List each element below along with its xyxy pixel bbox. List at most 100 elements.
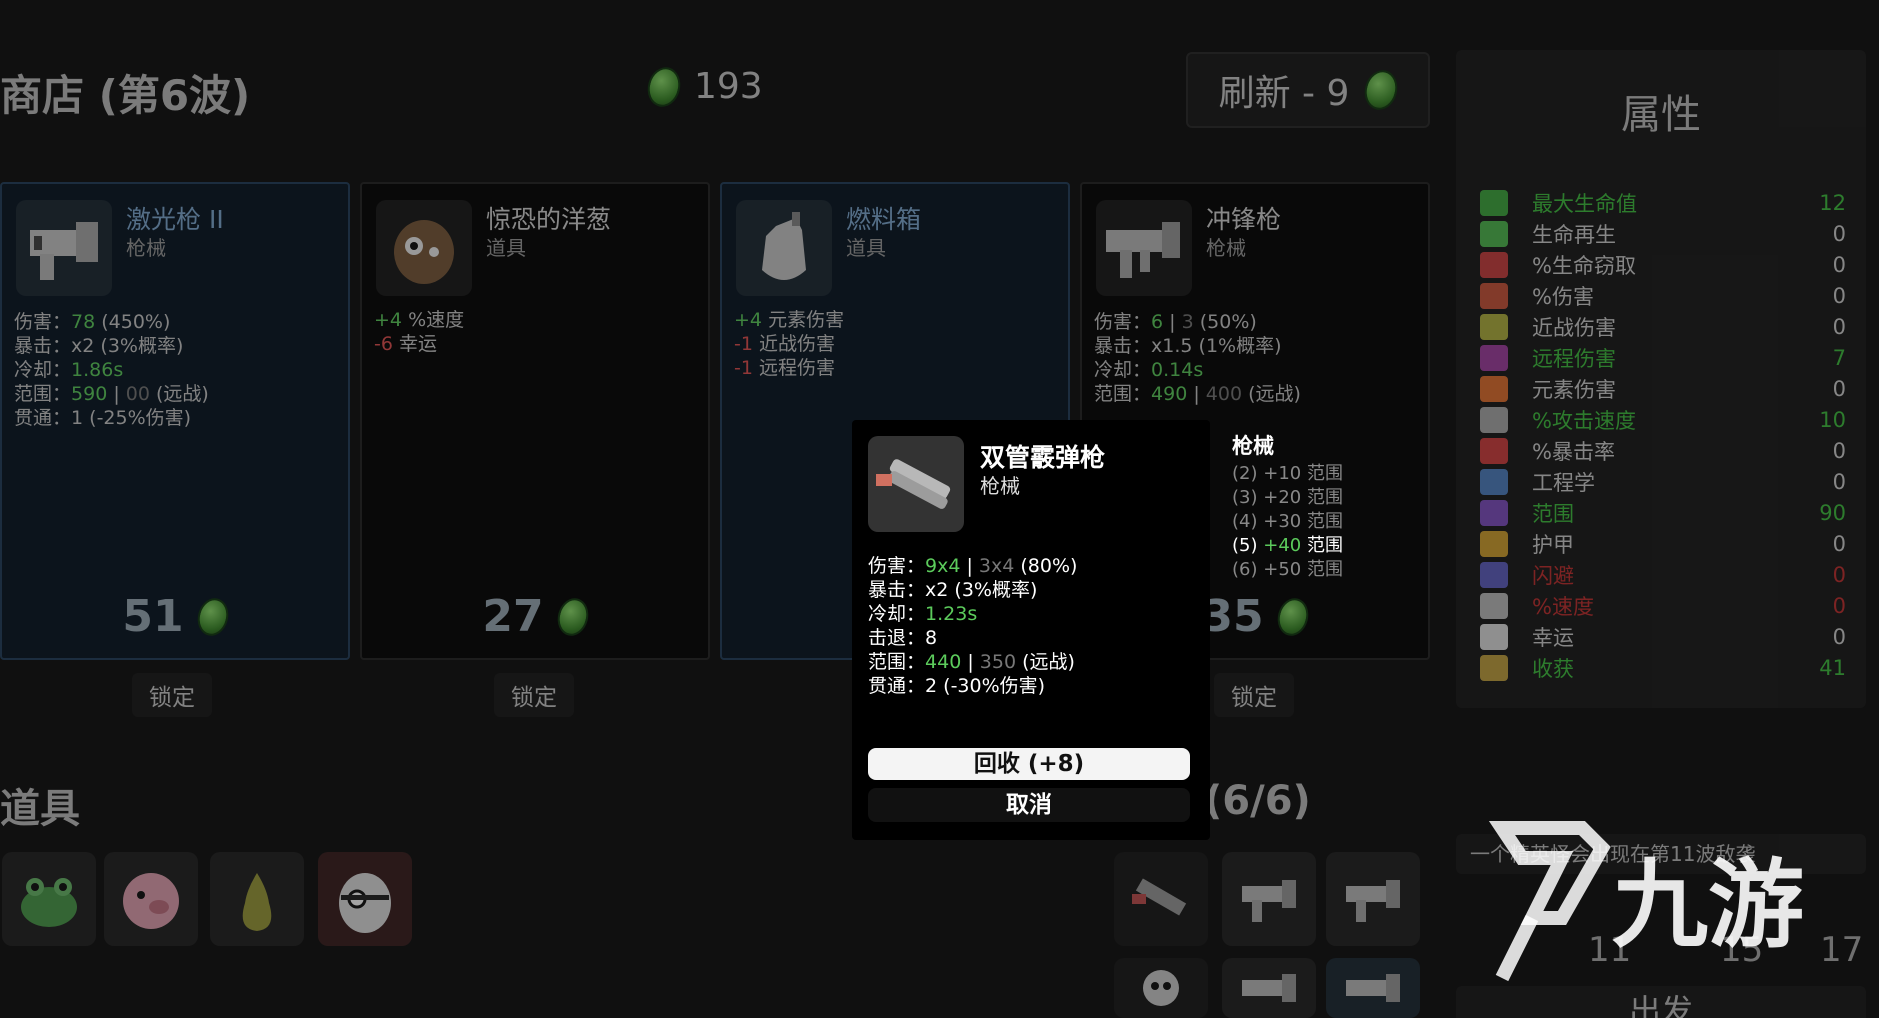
laser-weapon-icon[interactable] xyxy=(1326,958,1420,1018)
weapon-stats: 伤害：9x4 | 3x4 (80%) 暴击：x2 (3%概率) 冷却：1.23s… xyxy=(868,555,1078,697)
attribute-value: 0 xyxy=(1832,377,1846,401)
attribute-name: 范围 xyxy=(1532,502,1574,526)
currency-value: 193 xyxy=(694,66,763,107)
attribute-row: 范围 90 xyxy=(1480,498,1846,528)
smg-weapon-icon[interactable] xyxy=(1326,852,1420,946)
set-bonus-panel: 枪械 (2) +10 范围 (3) +20 范围 (4) +30 范围 (5) +40… xyxy=(1232,434,1343,582)
attribute-icon xyxy=(1480,252,1508,278)
attribute-value: 0 xyxy=(1832,563,1846,587)
attribute-icon xyxy=(1480,562,1508,588)
cancel-button[interactable]: 取消 xyxy=(868,788,1190,822)
material-coin-icon xyxy=(1273,594,1313,639)
attribute-row: %速度 0 xyxy=(1480,591,1846,621)
item-type: 枪械 xyxy=(126,236,166,260)
attribute-icon xyxy=(1480,190,1508,216)
attribute-row: %攻击速度 10 xyxy=(1480,405,1846,435)
attribute-row: 元素伤害 0 xyxy=(1480,374,1846,404)
attributes-title: 属性 xyxy=(1621,92,1701,138)
attribute-name: %伤害 xyxy=(1532,285,1594,309)
set-bonus-row: (3) +20 范围 xyxy=(1232,487,1343,508)
set-title: 枪械 xyxy=(1232,434,1274,458)
refresh-button[interactable]: 刷新 - 9 xyxy=(1186,52,1430,128)
attribute-value: 0 xyxy=(1832,222,1846,246)
pig-item-icon[interactable] xyxy=(104,852,198,946)
lock-button[interactable]: 锁定 xyxy=(132,673,212,717)
frog-item-icon[interactable] xyxy=(2,852,96,946)
attribute-value: 0 xyxy=(1832,315,1846,339)
smg-weapon-icon[interactable] xyxy=(1222,958,1316,1018)
jiuyou-watermark-logo: 九游 xyxy=(1488,821,1804,982)
attribute-icon xyxy=(1480,655,1508,681)
attribute-name: 远程伤害 xyxy=(1532,347,1616,371)
fuel-tank-icon xyxy=(736,200,832,296)
attribute-name: 元素伤害 xyxy=(1532,378,1616,402)
attribute-row: 生命再生 0 xyxy=(1480,219,1846,249)
attribute-icon xyxy=(1480,314,1508,340)
smg-weapon-icon[interactable] xyxy=(1222,852,1316,946)
set-bonus-row: (5) +40 范围 xyxy=(1232,535,1343,556)
scared-onion-icon xyxy=(376,200,472,296)
attribute-row: 闪避 0 xyxy=(1480,560,1846,590)
pear-item-icon[interactable] xyxy=(210,852,304,946)
shop-card-laser-gun[interactable]: 激光枪 II 枪械 伤害：78 (450%) 暴击：x2 (3%概率) 冷却：1… xyxy=(0,182,350,660)
attribute-name: 生命再生 xyxy=(1532,223,1616,247)
attribute-name: 近战伤害 xyxy=(1532,316,1616,340)
attribute-value: 0 xyxy=(1832,253,1846,277)
attribute-name: 收获 xyxy=(1532,657,1574,681)
material-coin-icon xyxy=(193,594,233,639)
attribute-row: 远程伤害 7 xyxy=(1480,343,1846,373)
shop-card-scared-onion[interactable]: 惊恐的洋葱 道具 +4 %速度 -6 幸运 27 xyxy=(360,182,710,660)
set-bonus-row: (4) +30 范围 xyxy=(1232,511,1343,532)
currency-display: 193 xyxy=(643,63,763,110)
attribute-row: 最大生命值 12 xyxy=(1480,188,1846,218)
item-name: 冲锋枪 xyxy=(1206,205,1282,234)
attribute-value: 10 xyxy=(1819,408,1846,432)
shotgun-weapon-icon[interactable] xyxy=(1114,852,1208,946)
attribute-value: 0 xyxy=(1832,439,1846,463)
weapon-name: 双管霰弹枪 xyxy=(980,443,1106,472)
item-stats: +4 %速度 -6 幸运 xyxy=(374,309,465,355)
depart-button[interactable]: 出发 xyxy=(1456,986,1866,1018)
attribute-value: 0 xyxy=(1832,470,1846,494)
attribute-icon xyxy=(1480,283,1508,309)
attribute-value: 12 xyxy=(1819,191,1846,215)
recycle-button[interactable]: 回收 (+8) xyxy=(868,748,1190,780)
attribute-icon xyxy=(1480,438,1508,464)
egg-item-icon[interactable] xyxy=(318,852,412,946)
set-bonus-row: (6) +50 范围 xyxy=(1232,559,1343,580)
attribute-icon xyxy=(1480,469,1508,495)
skull-weapon-icon[interactable] xyxy=(1114,958,1208,1018)
set-bonus-row: (2) +10 范围 xyxy=(1232,463,1343,484)
lock-button[interactable]: 锁定 xyxy=(494,673,574,717)
material-coin-icon xyxy=(1360,66,1403,114)
attribute-name: %攻击速度 xyxy=(1532,409,1636,433)
attribute-icon xyxy=(1480,500,1508,526)
attribute-row: 幸运 0 xyxy=(1480,622,1846,652)
attribute-value: 41 xyxy=(1819,656,1846,680)
attribute-value: 0 xyxy=(1832,594,1846,618)
attribute-row: %暴击率 0 xyxy=(1480,436,1846,466)
item-type: 道具 xyxy=(846,236,886,260)
item-stats: +4 元素伤害 -1 近战伤害 -1 远程伤害 xyxy=(734,309,845,379)
attribute-row: %伤害 0 xyxy=(1480,281,1846,311)
attribute-name: 闪避 xyxy=(1532,564,1574,588)
attribute-icon xyxy=(1480,624,1508,650)
attribute-value: 0 xyxy=(1832,284,1846,308)
attribute-name: %速度 xyxy=(1532,595,1594,619)
attribute-icon xyxy=(1480,531,1508,557)
double-barrel-shotgun-icon xyxy=(868,436,964,532)
attribute-icon xyxy=(1480,376,1508,402)
attribute-name: 护甲 xyxy=(1532,533,1574,557)
attribute-value: 0 xyxy=(1832,625,1846,649)
items-section-label: 道具 xyxy=(0,786,80,832)
weapon-type: 枪械 xyxy=(980,474,1020,498)
attribute-value: 7 xyxy=(1832,346,1846,370)
attribute-name: %生命窃取 xyxy=(1532,254,1636,278)
attribute-name: 工程学 xyxy=(1532,471,1595,495)
material-coin-icon xyxy=(643,63,685,110)
material-coin-icon xyxy=(553,594,593,639)
attribute-icon xyxy=(1480,407,1508,433)
svg-text:九游: 九游 xyxy=(1612,849,1804,961)
item-type: 道具 xyxy=(486,236,526,260)
lock-button[interactable]: 锁定 xyxy=(1214,673,1294,717)
